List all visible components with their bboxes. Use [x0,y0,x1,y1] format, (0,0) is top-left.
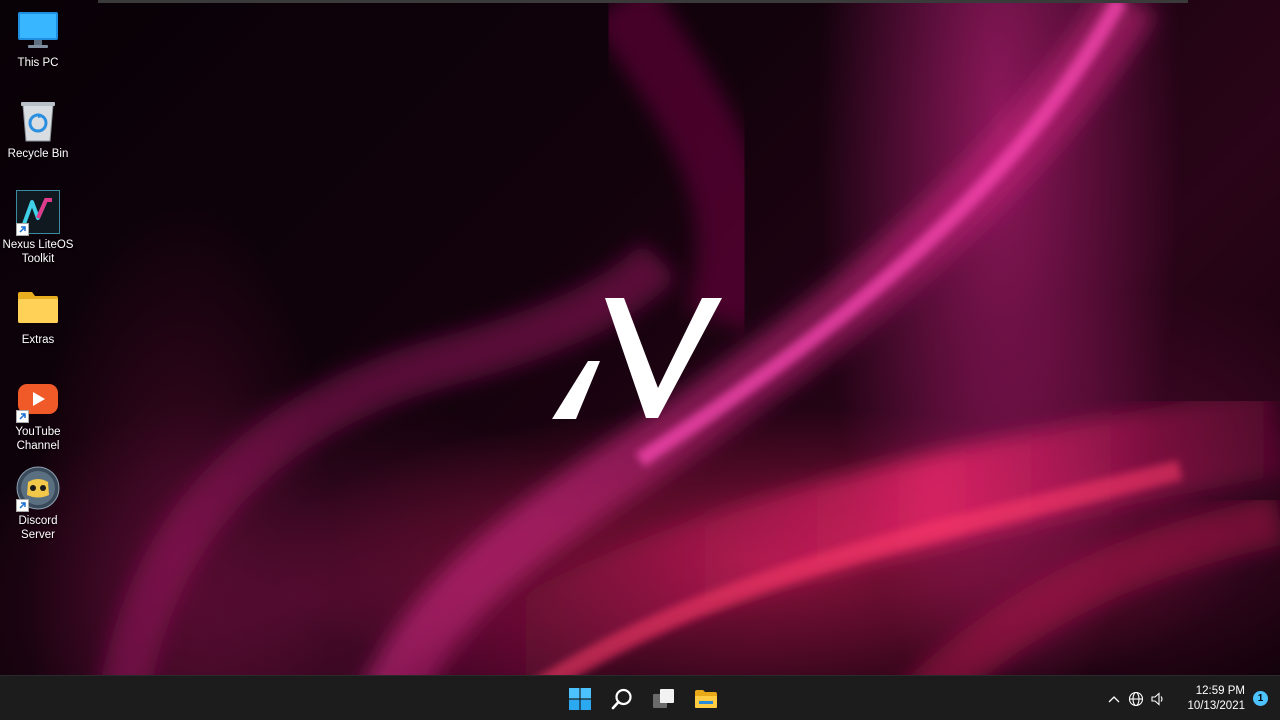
desktop-icon-nexus-liteos-toolkit[interactable]: Nexus LiteOS Toolkit [2,190,74,266]
desktop-icon-recycle-bin[interactable]: Recycle Bin [2,99,74,161]
windows-logo-icon [569,687,591,710]
folder-icon [16,285,60,329]
desktop[interactable]: This PC Recycle Bin Nexus LiteOS Toolkit… [0,0,1280,720]
desktop-icon-this-pc[interactable]: This PC [2,8,74,70]
top-window-edge [98,0,1188,3]
clock[interactable]: 12:59 PM 10/13/2021 [1177,684,1245,714]
shortcut-arrow-icon [16,499,29,512]
taskbar: 12:59 PM 10/13/2021 1 [0,675,1280,720]
shortcut-arrow-icon [16,410,29,423]
file-explorer-icon [695,689,717,708]
taskbar-pinned-apps [560,676,726,720]
start-button[interactable] [560,679,600,719]
shortcut-arrow-icon [16,223,29,236]
desktop-icon-label: Recycle Bin [7,148,69,160]
desktop-icon-label: This PC [17,57,59,69]
file-explorer-button[interactable] [686,679,726,719]
youtube-icon [16,377,60,423]
desktop-icon-extras[interactable]: Extras [2,285,74,347]
desktop-icon-discord-server[interactable]: Discord Server [2,466,74,542]
task-view-icon [653,688,674,708]
search-button[interactable] [602,679,642,719]
desktop-icon-label: Nexus LiteOS Toolkit [2,239,74,265]
system-tray: 12:59 PM 10/13/2021 1 [1103,676,1280,720]
recycle-bin-icon [16,99,60,143]
clock-date: 10/13/2021 [1187,699,1245,712]
discord-icon [16,466,60,512]
speaker-icon[interactable] [1147,684,1169,714]
desktop-icon-label: YouTube Channel [15,426,61,452]
desktop-icon-youtube-channel[interactable]: YouTube Channel [2,377,74,453]
chevron-up-icon[interactable] [1103,684,1125,714]
notification-badge[interactable]: 1 [1253,691,1268,706]
nexus-logo [552,298,722,419]
desktop-icon-label: Extras [21,334,55,346]
task-view-button[interactable] [644,679,684,719]
nexus-toolkit-icon [16,190,60,236]
desktop-icon-label: Discord Server [18,515,58,541]
monitor-icon [16,8,60,52]
network-globe-icon[interactable] [1125,684,1147,714]
search-icon [611,688,632,709]
clock-time: 12:59 PM [1195,684,1245,697]
